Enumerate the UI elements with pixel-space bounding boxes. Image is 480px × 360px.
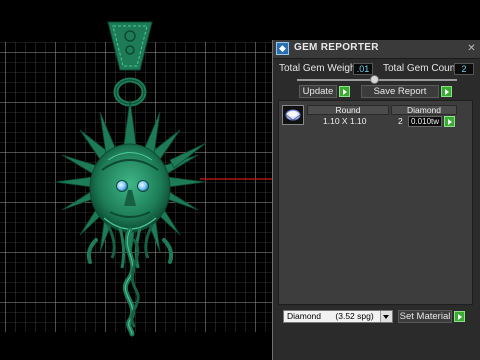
column-header-material: Diamond: [391, 105, 457, 115]
gem-weight-cell: 0.010tw: [408, 116, 442, 127]
column-header-shape: Round: [307, 105, 389, 115]
set-material-button[interactable]: Set Material: [398, 310, 452, 323]
gem-size-cell: 1.10 X 1.10: [323, 116, 367, 126]
total-gem-count-label: Total Gem Count: [383, 63, 459, 74]
slider-thumb[interactable]: [370, 75, 379, 84]
material-select[interactable]: Diamond (3.52 spg): [283, 310, 393, 323]
total-gem-count-value: 2: [454, 63, 474, 75]
panel-titlebar[interactable]: ◆ GEM REPORTER ✕: [273, 40, 480, 59]
gem-reporter-panel: ◆ GEM REPORTER ✕ Total Gem Weight .01 To…: [272, 40, 480, 360]
panel-title: GEM REPORTER: [294, 42, 379, 53]
set-material-go-icon[interactable]: [454, 311, 465, 322]
gem-list: Round Diamond 1.10 X 1.10 2 0.010tw: [278, 100, 473, 305]
update-go-icon[interactable]: [339, 86, 350, 97]
gem-count-cell: 2: [398, 116, 403, 126]
viewport-canvas[interactable]: [0, 0, 272, 360]
close-icon[interactable]: ✕: [466, 43, 477, 54]
total-gem-weight-value: .01: [353, 63, 373, 75]
viewport-3d[interactable]: [0, 0, 272, 360]
save-report-button[interactable]: Save Report: [361, 85, 439, 98]
chevron-down-icon[interactable]: [380, 311, 392, 322]
update-button[interactable]: Update: [299, 85, 337, 98]
material-density: (3.52 spg): [335, 311, 374, 321]
gem-eye-right[interactable]: [137, 180, 149, 192]
material-name: Diamond: [287, 311, 322, 321]
total-gem-weight-label: Total Gem Weight: [279, 63, 359, 74]
gem-reporter-icon: ◆: [276, 42, 289, 55]
gem-row-go-icon[interactable]: [444, 116, 455, 127]
gem-eye-left[interactable]: [116, 180, 128, 192]
round-diamond-icon[interactable]: [282, 105, 304, 125]
save-report-go-icon[interactable]: [441, 86, 452, 97]
